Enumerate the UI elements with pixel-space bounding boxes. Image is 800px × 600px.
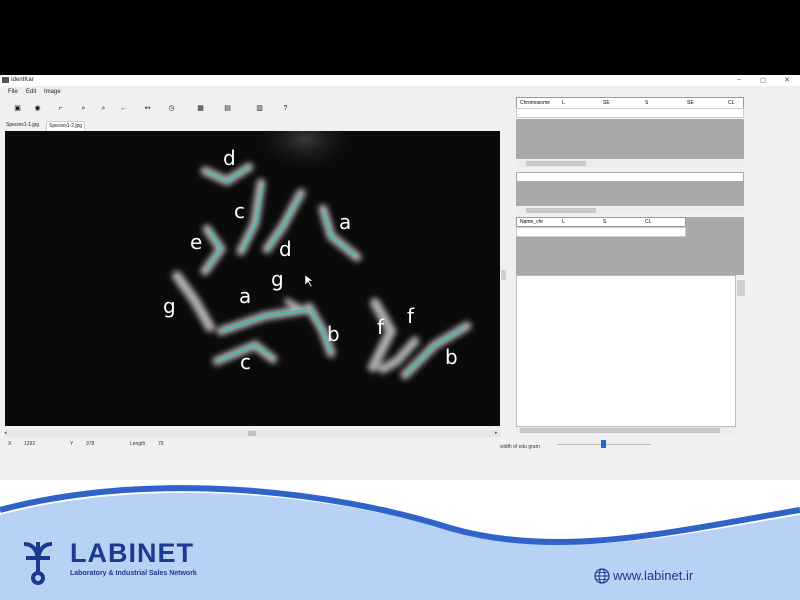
- col-name-chr[interactable]: Name_chr: [520, 219, 543, 225]
- slider-label: width of edu gram: [500, 444, 540, 450]
- label-e: e: [190, 230, 202, 254]
- layout-icon[interactable]: ▤: [222, 104, 233, 114]
- open-icon[interactable]: ▣: [12, 104, 23, 114]
- col-name-l[interactable]: L: [562, 219, 565, 225]
- label-b-1: b: [327, 322, 340, 346]
- toolbar: ▣ ◉ ⌐ ⌕ ⌕ ← ↤ ◷ ▦ ▤ ▥ ?: [0, 100, 300, 118]
- close-button[interactable]: ✕: [780, 76, 794, 84]
- crop-icon[interactable]: ⌐: [55, 104, 66, 114]
- width-slider-thumb[interactable]: [601, 440, 606, 448]
- chromosome-image-viewer[interactable]: d c d a e g g a b f f c b: [5, 131, 500, 426]
- help-icon[interactable]: ?: [280, 104, 291, 114]
- col-se-2[interactable]: SE: [687, 100, 694, 106]
- measurement-table-empty: [516, 119, 744, 159]
- minimize-button[interactable]: –: [732, 76, 746, 83]
- label-a-1: a: [339, 210, 351, 234]
- label-g-1: g: [271, 267, 284, 291]
- menu-image[interactable]: Image: [44, 89, 61, 95]
- zoom-out-icon[interactable]: ⌕: [98, 104, 109, 114]
- summary-table-header: [516, 172, 744, 182]
- window-title: IdentKar: [11, 77, 34, 83]
- measurement-table-scroll-thumb[interactable]: [526, 161, 586, 166]
- label-c-2: c: [240, 350, 251, 374]
- karyogram-icon[interactable]: ▦: [195, 104, 206, 114]
- label-d-1: d: [223, 146, 236, 170]
- app-icon: [2, 77, 9, 83]
- label-a-2: a: [239, 284, 251, 308]
- summary-table-empty: [516, 182, 744, 206]
- status-x-value: 1292: [24, 441, 36, 447]
- scroll-left-icon[interactable]: ◂: [4, 430, 7, 436]
- app-window: IdentKar – ◻ ✕ File Edit Image ▣ ◉ ⌐ ⌕ ⌕…: [0, 75, 800, 480]
- tab-species1-1[interactable]: Species1-1.jpg: [4, 121, 41, 130]
- karyogram-hscroll-thumb[interactable]: [520, 428, 720, 433]
- karyogram-hscroll[interactable]: [516, 427, 736, 434]
- maximize-button[interactable]: ◻: [756, 76, 770, 84]
- status-y-label: Y: [70, 441, 74, 447]
- chromosome-name-table: Name_chr L S CL: [516, 217, 744, 275]
- viewer-horizontal-scrollbar[interactable]: [5, 430, 500, 437]
- label-d-2: d: [279, 237, 292, 261]
- menu-file[interactable]: File: [8, 89, 18, 95]
- clock-icon[interactable]: ◷: [166, 104, 177, 114]
- menu-edit[interactable]: Edit: [26, 89, 36, 95]
- karyogram-vscroll[interactable]: [737, 280, 745, 296]
- col-s[interactable]: S: [645, 100, 648, 106]
- website-link[interactable]: www.labinet.ir: [613, 568, 693, 583]
- status-x-label: X: [8, 441, 12, 447]
- viewer-scroll-thumb[interactable]: [248, 431, 256, 436]
- col-name-cl[interactable]: CL: [645, 219, 651, 225]
- karyogram-panel: [516, 275, 736, 427]
- measurement-table-scrollbar[interactable]: [516, 160, 744, 167]
- top-black-band: [0, 0, 800, 75]
- export-icon[interactable]: ▥: [254, 104, 265, 114]
- camera-icon[interactable]: ◉: [32, 104, 43, 114]
- branding-footer: LABINET Laboratory & Industrial Sales Ne…: [0, 480, 800, 600]
- arrow-icon[interactable]: ←: [118, 104, 129, 114]
- measurement-table: Chromosome L SE S SE CL: [516, 97, 744, 169]
- chromosome-name-table-header: Name_chr L S CL: [516, 217, 686, 227]
- nucleus-glow: [250, 131, 360, 174]
- chromosome-name-row[interactable]: [516, 227, 686, 237]
- tab-species1-2[interactable]: Species1-2.jpg: [46, 121, 86, 131]
- col-chromosome[interactable]: Chromosome: [520, 100, 550, 106]
- label-f-2: f: [407, 304, 415, 328]
- status-length-value: 79: [158, 441, 164, 447]
- col-cl[interactable]: CL: [728, 100, 734, 106]
- title-bar: IdentKar – ◻ ✕: [0, 75, 800, 86]
- zoom-in-icon[interactable]: ⌕: [78, 104, 89, 114]
- chromosome-bodies: [172, 162, 472, 380]
- mouse-cursor-icon: [304, 274, 314, 288]
- status-length-label: Length: [130, 441, 146, 447]
- summary-table-scroll-thumb[interactable]: [526, 208, 596, 213]
- brand-tagline: Laboratory & Industrial Sales Network: [70, 570, 197, 577]
- measurement-table-row[interactable]: [516, 108, 744, 118]
- label-g-2: g: [163, 294, 176, 318]
- status-y-value: 378: [86, 441, 95, 447]
- summary-table-scrollbar[interactable]: [516, 207, 744, 214]
- label-b-2: b: [445, 345, 458, 369]
- label-c-1: c: [234, 199, 245, 223]
- label-f-1: f: [377, 315, 385, 339]
- col-l[interactable]: L: [562, 100, 565, 106]
- globe-icon: [594, 568, 610, 584]
- scroll-right-icon[interactable]: ▸: [495, 430, 498, 436]
- metaphase-image: d c d a e g g a b f f c b: [163, 131, 472, 380]
- undo-icon[interactable]: ↤: [142, 104, 153, 114]
- col-name-s[interactable]: S: [603, 219, 606, 225]
- brand-name: LABINET: [70, 538, 194, 568]
- col-se-1[interactable]: SE: [603, 100, 610, 106]
- viewer-edge-handle[interactable]: [501, 270, 506, 280]
- summary-table: [516, 172, 744, 216]
